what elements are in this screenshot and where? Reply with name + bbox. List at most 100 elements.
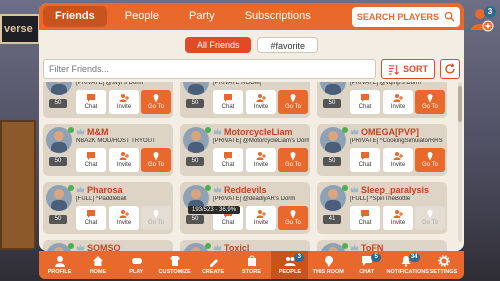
- crown-icon: [350, 186, 359, 193]
- friend-card[interactable]: Toxicl Chat Invite Go To: [180, 240, 310, 251]
- nav-label: SETTINGS: [429, 269, 458, 275]
- tab-friends[interactable]: Friends: [43, 6, 107, 27]
- go-to-button[interactable]: Go To: [415, 206, 445, 230]
- invite-icon: [256, 94, 266, 102]
- invite-label: Invite: [116, 220, 132, 226]
- friend-card[interactable]: 50 M&M NBA2K MOD/HOST TRYOUT Chat Invite…: [43, 124, 173, 176]
- go-to-button[interactable]: Go To: [415, 148, 445, 172]
- home-icon: [93, 256, 104, 266]
- chat-label: Chat: [221, 104, 235, 110]
- friend-card[interactable]: 41 Sleep_paralysis [FULL] ^SpinTheBottle…: [317, 182, 447, 234]
- friend-card[interactable]: 50 MotorcycleLiam [PRIVATE] @MotorcycleL…: [180, 124, 310, 176]
- avatar-head: [191, 131, 201, 141]
- chat-button[interactable]: Chat: [350, 206, 380, 230]
- nav-notifications[interactable]: NOTIFICATIONS 34: [387, 251, 429, 279]
- nav-people[interactable]: PEOPLE 3: [271, 251, 309, 279]
- filter-friends-input[interactable]: [43, 59, 376, 79]
- go-to-button[interactable]: Go To: [141, 148, 171, 172]
- invite-button[interactable]: Invite: [109, 206, 139, 230]
- avatar-head: [328, 189, 338, 199]
- nav-home[interactable]: HOME: [79, 251, 116, 279]
- online-status-dot: [68, 243, 74, 249]
- friends-scrollbar[interactable]: [458, 82, 462, 242]
- go-to-button[interactable]: Go To: [278, 206, 308, 230]
- tab-subscriptions[interactable]: Subscriptions: [233, 6, 323, 27]
- nav-profile[interactable]: PROFILE: [41, 251, 78, 279]
- friend-card[interactable]: 50 [PRIVATE] @vqmp's Dorm Chat Invite Go…: [317, 82, 447, 118]
- friend-card[interactable]: ToFN Chat Invite Go To: [317, 240, 447, 251]
- go-to-button[interactable]: Go To: [415, 90, 445, 114]
- nav-store[interactable]: STORE: [233, 251, 270, 279]
- chat-button[interactable]: Chat: [76, 148, 106, 172]
- online-status-dot: [68, 185, 74, 191]
- invite-button[interactable]: Invite: [383, 206, 413, 230]
- nav-play[interactable]: PLAY: [118, 251, 155, 279]
- chat-icon: [224, 152, 232, 160]
- friend-name: Pharosa: [87, 185, 123, 195]
- chat-icon: [87, 94, 95, 102]
- go-to-button[interactable]: Go To: [278, 90, 308, 114]
- friend-status: [PRIVATE] @MotorcycleLiam's Dorm: [213, 138, 309, 144]
- friend-card[interactable]: 50 OMEGA[PVP] [PRIVATE] ^CookingSimulato…: [317, 124, 447, 176]
- friend-name: ToFN: [361, 243, 384, 251]
- go-to-button[interactable]: Go To: [141, 206, 171, 230]
- go-to-button[interactable]: Go To: [278, 148, 308, 172]
- friend-requests-button[interactable]: 3: [466, 4, 496, 34]
- friend-card[interactable]: 50 Pharosa [FULL] ^Paddleball Chat Invit…: [43, 182, 173, 234]
- invite-button[interactable]: Invite: [383, 148, 413, 172]
- chat-icon: [224, 94, 232, 102]
- friend-card[interactable]: SOMSO Chat Invite Go To: [43, 240, 173, 251]
- filter-favorite[interactable]: #favorite: [257, 37, 319, 53]
- create-icon: [209, 259, 218, 267]
- friend-card[interactable]: 50 [PRIVATE] @svyr's Dorm Chat Invite Go…: [43, 82, 173, 118]
- chat-label: Chat: [84, 220, 98, 226]
- people-panel: Friends People Party Subscriptions SEARC…: [39, 3, 464, 251]
- invite-button[interactable]: Invite: [246, 206, 276, 230]
- filter-all-friends[interactable]: All Friends: [184, 37, 252, 53]
- avatar-head: [54, 189, 64, 199]
- friend-card[interactable]: 50 [PRIVATE ROOM] Chat Invite Go To: [180, 82, 310, 118]
- nav-label: PROFILE: [47, 269, 72, 275]
- level-badge: 50: [323, 99, 341, 108]
- chat-button[interactable]: Chat: [350, 148, 380, 172]
- nav-label: CUSTOMIZE: [158, 269, 191, 275]
- nav-this-room[interactable]: THIS ROOM: [310, 251, 347, 279]
- chat-button[interactable]: Chat: [213, 90, 243, 114]
- tab-party[interactable]: Party: [177, 6, 227, 27]
- invite-button[interactable]: Invite: [246, 148, 276, 172]
- invite-button[interactable]: Invite: [109, 148, 139, 172]
- nav-badge: 34: [408, 253, 420, 262]
- go-to-button[interactable]: Go To: [141, 90, 171, 114]
- avatar-body: [188, 84, 204, 95]
- go-to-icon: [290, 152, 296, 161]
- chat-button[interactable]: Chat: [350, 90, 380, 114]
- avatar[interactable]: [46, 82, 72, 95]
- online-status-dot: [205, 243, 211, 249]
- chat-button[interactable]: Chat: [213, 148, 243, 172]
- sort-button[interactable]: SORT: [380, 59, 435, 79]
- nav-settings[interactable]: SETTINGS: [425, 251, 462, 279]
- chat-button[interactable]: Chat: [76, 90, 106, 114]
- avatar[interactable]: [320, 82, 346, 95]
- invite-icon: [393, 94, 403, 102]
- go-to-label: Go To: [422, 220, 438, 226]
- refresh-button[interactable]: [440, 59, 460, 79]
- search-players-button[interactable]: SEARCH PLAYERS: [351, 6, 460, 27]
- chat-button[interactable]: Chat: [76, 206, 106, 230]
- invite-icon: [256, 210, 266, 218]
- tab-people[interactable]: People: [113, 6, 171, 27]
- friend-name: OMEGA[PVP]: [361, 127, 420, 137]
- nav-chat[interactable]: CHAT 5: [348, 251, 385, 279]
- friend-card[interactable]: 50 Reddevils [PRIVATE] @deadlyAR's Dorm …: [180, 182, 310, 234]
- nav-customize[interactable]: CUSTOMIZE: [156, 251, 193, 279]
- panel-topbar: Friends People Party Subscriptions SEARC…: [39, 3, 464, 30]
- avatar[interactable]: [183, 82, 209, 95]
- avatar-body: [325, 84, 341, 95]
- avatar-head: [328, 131, 338, 141]
- friend-status: [PRIVATE] @vqmp's Dorm: [350, 82, 422, 86]
- invite-button[interactable]: Invite: [246, 90, 276, 114]
- nav-create[interactable]: CREATE: [195, 251, 232, 279]
- invite-button[interactable]: Invite: [109, 90, 139, 114]
- invite-button[interactable]: Invite: [383, 90, 413, 114]
- scrollbar-thumb[interactable]: [458, 86, 462, 122]
